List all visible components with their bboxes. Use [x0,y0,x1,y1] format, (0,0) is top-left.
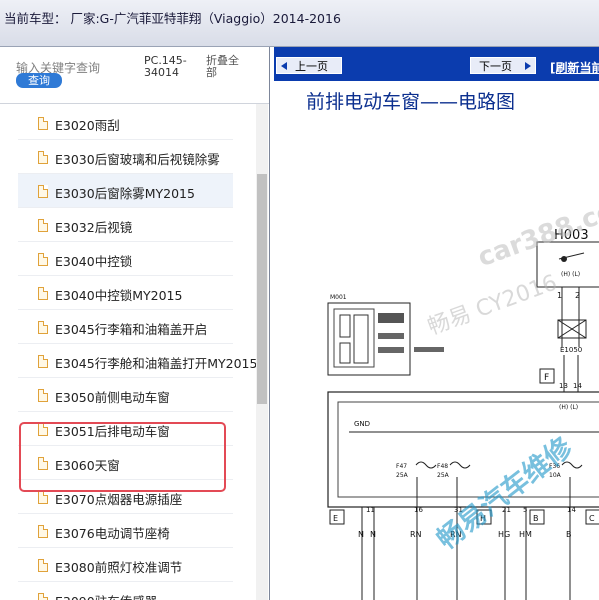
wire-label: N [370,530,376,539]
pin-label: 14 [567,506,576,514]
document-icon [38,389,48,402]
list-item-label: E3032后视镜 [55,220,133,235]
f-connector-label: F [544,373,549,383]
document-icon [38,525,48,538]
list-item-label: E3040中控锁MY2015 [55,288,183,303]
list-item[interactable]: E3045行李箱和油箱盖开启 [18,310,233,344]
wire-label: B [566,530,572,539]
pin-label: 5 [523,506,527,514]
m001-block [353,314,369,364]
document-icon [38,117,48,130]
hl-label-2: (H) (L) [559,404,578,411]
gnd-label: GND [354,420,370,428]
list-item-label: E3045行李舱和油箱盖打开MY2015 [55,356,258,371]
document-icon [38,253,48,266]
fold-all-link[interactable]: 折叠全部 [206,55,246,79]
m001-pins [378,347,404,353]
list-item[interactable]: E3030后窗玻璃和后视镜除雾 [18,140,233,174]
wire-label: N [358,530,364,539]
m001-block [339,314,351,338]
pin-label: 13 [559,382,568,390]
m001-label: M001 [330,294,347,301]
list-item[interactable]: E3050前侧电动车窗 [18,378,233,412]
diagram-viewer: 上一页 下一页 [刷新当前 前排电动车窗——电路图 H003 (H) (L) 1… [274,47,599,600]
document-icon [38,321,48,334]
list-item[interactable]: E3045行李舱和油箱盖打开MY2015 [18,344,257,378]
list-item[interactable]: E3090驻车传感器 [18,582,233,600]
list-item[interactable]: E3040中控锁MY2015 [18,276,233,310]
m001-pins [378,333,404,339]
sidebar-scrollbar[interactable] [256,104,268,600]
pin-label: 14 [573,382,582,390]
document-icon [38,219,48,232]
list-item-label: E3076电动调节座椅 [55,526,170,541]
list-item[interactable]: E3040中控锁 [18,242,233,276]
connector-letter: E [333,514,338,523]
list-item-label: E3090驻车传感器 [55,591,157,600]
list-item-label: E3040中控锁 [55,254,133,269]
connector-letter: C [589,514,595,523]
list-item[interactable]: E3076电动调节座椅 [18,514,233,548]
list-item-label: E3030后窗除雾MY2015 [55,186,195,201]
list-item[interactable]: E3020雨刮 [18,106,233,140]
connector-letter: B [533,514,539,523]
fuse-rating: 25A [396,472,409,479]
document-icon [38,185,48,198]
wire-label: RN [410,530,422,539]
list-item[interactable]: E3030后窗除雾MY2015 [18,174,233,208]
pin-label: 16 [414,506,423,514]
wire-label: HM [519,530,532,539]
document-icon [38,355,48,368]
highlight-box [19,422,226,492]
wire-label: HG [498,530,510,539]
sidebar-toolbar: 输入关键字查询 查询 PC.145-34014 折叠全部 [0,47,269,104]
fuse-label: F48 [437,463,448,470]
document-icon [38,151,48,164]
pin-label: 2 [575,291,580,300]
list-item-label: E3030后窗玻璃和后视镜除雾 [55,152,220,167]
pc-code: PC.145-34014 [144,54,187,79]
list-item-label: E3045行李箱和油箱盖开启 [55,322,208,337]
m001-pins [378,313,404,323]
document-icon [38,593,48,600]
list-item-label: E3080前照灯校准调节 [55,560,183,575]
fuse-rating: 25A [437,472,450,479]
list-item-label: E3020雨刮 [55,118,120,133]
vehicle-title: 当前车型： 厂家:G-广汽菲亚特菲翔（Viaggio）2014-2016 [4,11,341,26]
document-icon [38,559,48,572]
fuse-symbol [449,461,471,469]
list-item-label: E3050前侧电动车窗 [55,390,170,405]
scrollbar-thumb[interactable] [257,174,267,404]
list-item[interactable]: E3080前照灯校准调节 [18,548,233,582]
m001-pins [414,347,444,352]
window-title-bar: 当前车型： 厂家:G-广汽菲亚特菲翔（Viaggio）2014-2016 [0,0,599,47]
hl-label-1: (H) (L) [561,271,580,278]
fuse-symbol [415,461,437,469]
m001-block [339,342,351,364]
document-icon [38,491,48,504]
search-button[interactable]: 查询 [16,73,62,88]
sidebar: 输入关键字查询 查询 PC.145-34014 折叠全部 E3020雨刮 E30… [0,47,270,600]
switch-dot [561,256,567,262]
list-item[interactable]: E3032后视镜 [18,208,233,242]
document-icon [38,287,48,300]
e1050-label: E1050 [560,346,582,354]
fuse-label: F47 [396,463,407,470]
